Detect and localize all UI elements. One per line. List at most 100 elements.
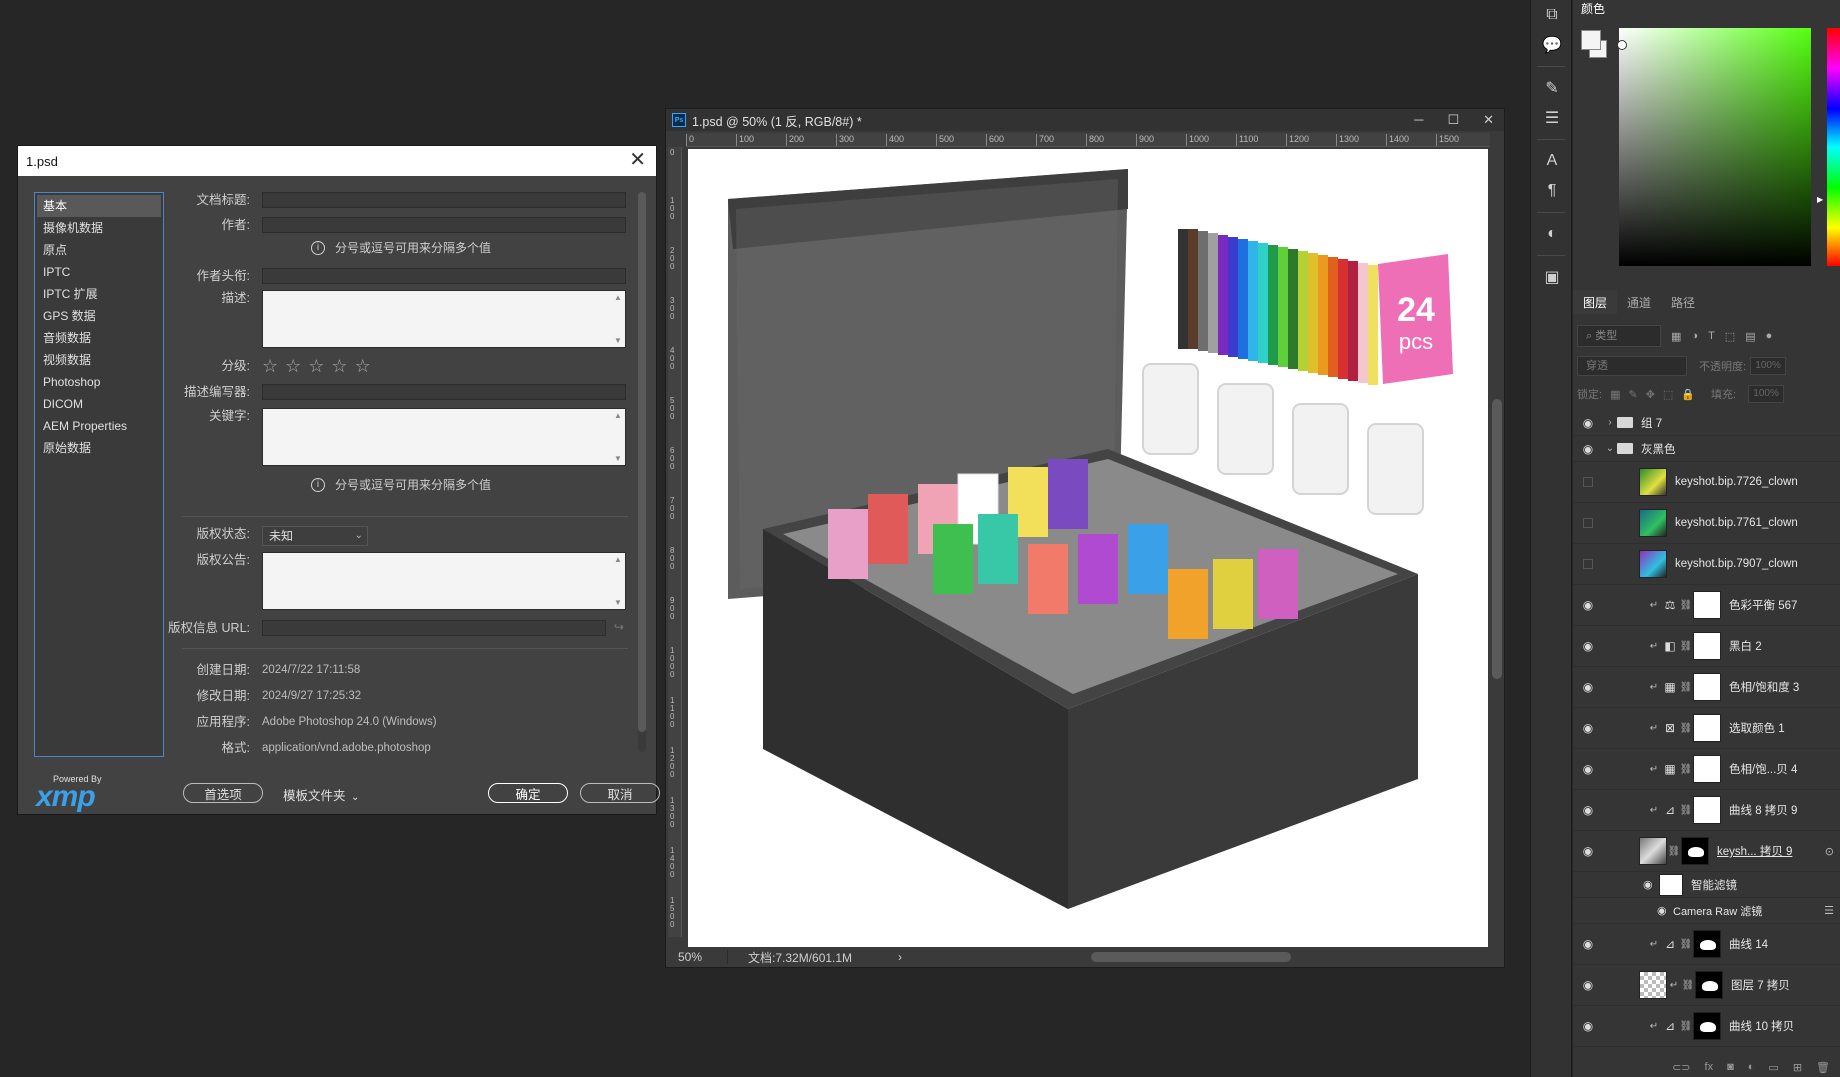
close-icon[interactable]: ✕ bbox=[1483, 109, 1494, 131]
template-folder-dropdown[interactable]: 模板文件夹 ⌄ bbox=[283, 785, 359, 804]
layer-row[interactable]: ◉ ⛓ keysh... 拷贝 9 ⊙ bbox=[1573, 831, 1840, 872]
star-icon[interactable]: ☆ bbox=[262, 357, 278, 375]
star-icon[interactable]: ☆ bbox=[285, 357, 301, 375]
libraries-icon[interactable]: ▣ bbox=[1531, 262, 1573, 292]
minimize-icon[interactable]: ─ bbox=[1414, 109, 1423, 131]
eye-icon[interactable]: ◉ bbox=[1573, 639, 1603, 653]
brush-icon[interactable]: ✎ bbox=[1531, 73, 1573, 103]
category-dicom[interactable]: DICOM bbox=[37, 393, 161, 415]
shape-filter-icon[interactable]: ⬚ bbox=[1725, 330, 1735, 343]
category-photoshop[interactable]: Photoshop bbox=[37, 371, 161, 393]
chevron-right-icon[interactable]: › bbox=[1603, 417, 1617, 428]
foreground-swatch[interactable] bbox=[1581, 30, 1601, 50]
category-basic[interactable]: 基本 bbox=[37, 195, 161, 217]
character-icon[interactable]: A bbox=[1531, 146, 1573, 176]
eye-icon[interactable]: ◉ bbox=[1573, 442, 1603, 456]
textarea-scrollbar[interactable]: ▲ ▼ bbox=[613, 411, 623, 463]
tab-channels[interactable]: 通道 bbox=[1617, 290, 1661, 314]
eye-icon[interactable]: ◉ bbox=[1573, 598, 1603, 612]
picker-cursor[interactable] bbox=[1617, 40, 1627, 50]
layer-row[interactable]: ◉ ↵ ⛓ 图层 7 拷贝 bbox=[1573, 965, 1840, 1006]
copyright-status-select[interactable]: 未知 ⌄ bbox=[262, 526, 368, 546]
description-textarea[interactable]: ▲ ▼ bbox=[262, 290, 626, 348]
filter-options-icon[interactable]: ☰ bbox=[1824, 904, 1834, 917]
category-audio[interactable]: 音频数据 bbox=[37, 327, 161, 349]
eye-icon[interactable]: ◉ bbox=[1573, 762, 1603, 776]
eye-icon[interactable]: ◉ bbox=[1657, 904, 1669, 917]
eye-icon[interactable]: ◉ bbox=[1573, 844, 1603, 858]
layer-row[interactable]: ◉ › 组 7 bbox=[1573, 410, 1840, 436]
layer-row[interactable]: ◉ ↵ ⚖ ⛓ 色彩平衡 567 bbox=[1573, 585, 1840, 626]
image-filter-icon[interactable]: ▦ bbox=[1671, 330, 1681, 343]
fill-value[interactable]: 100% bbox=[1748, 385, 1785, 403]
color-picker-field[interactable] bbox=[1619, 28, 1811, 266]
star-icon[interactable]: ☆ bbox=[355, 357, 371, 375]
preferences-button[interactable]: 首选项 bbox=[183, 783, 263, 803]
layer-row[interactable]: ◉ ↵ ⊿ ⛓ 曲线 8 拷贝 9 bbox=[1573, 790, 1840, 831]
layer-row[interactable]: keyshot.bip.7761_clown bbox=[1573, 503, 1840, 544]
delete-icon[interactable]: 🗑 bbox=[1816, 1061, 1830, 1074]
filter-toggle-icon[interactable]: ● bbox=[1766, 330, 1773, 342]
category-origin[interactable]: 原点 bbox=[37, 239, 161, 261]
star-icon[interactable]: ☆ bbox=[308, 357, 324, 375]
adjustment-layer-icon[interactable]: ◐ bbox=[1531, 219, 1573, 249]
link-layers-icon[interactable]: ⊂⊃ bbox=[1672, 1061, 1690, 1074]
type-filter-icon[interactable]: T bbox=[1708, 330, 1715, 342]
history-icon[interactable]: ⧉ bbox=[1531, 0, 1573, 30]
textarea-scrollbar[interactable]: ▲ ▼ bbox=[613, 555, 623, 607]
visibility-toggle[interactable] bbox=[1583, 518, 1593, 528]
layer-row[interactable]: ◉ ⌄ 灰黑色 bbox=[1573, 436, 1840, 462]
keywords-textarea[interactable]: ▲ ▼ bbox=[262, 408, 626, 466]
color-panel-tab[interactable]: 颜色 bbox=[1581, 0, 1605, 17]
layer-row[interactable]: keyshot.bip.7907_clown bbox=[1573, 544, 1840, 585]
eye-icon[interactable]: ◉ bbox=[1573, 416, 1603, 430]
chevron-down-icon[interactable]: ⌄ bbox=[1603, 443, 1617, 454]
eye-icon[interactable]: ◉ bbox=[1573, 803, 1603, 817]
new-group-icon[interactable]: ▭ bbox=[1768, 1061, 1778, 1074]
category-camera-data[interactable]: 摄像机数据 bbox=[37, 217, 161, 239]
layer-row[interactable]: ◉ ↵ ⊿ ⛓ 曲线 14 bbox=[1573, 924, 1840, 965]
blend-mode-select[interactable]: 穿透 bbox=[1577, 356, 1687, 376]
comment-icon[interactable]: 💬 bbox=[1531, 30, 1573, 60]
lock-artboard-icon[interactable]: ⬚ bbox=[1663, 388, 1673, 401]
lock-transparent-icon[interactable]: ▦ bbox=[1610, 388, 1620, 401]
visibility-toggle[interactable] bbox=[1583, 477, 1593, 487]
visibility-toggle[interactable] bbox=[1583, 559, 1593, 569]
layer-row[interactable]: keyshot.bip.7726_clown bbox=[1573, 462, 1840, 503]
category-iptc-ext[interactable]: IPTC 扩展 bbox=[37, 283, 161, 305]
author-title-input[interactable] bbox=[262, 268, 626, 284]
opacity-value[interactable]: 100% bbox=[1750, 357, 1787, 375]
document-vertical-scrollbar[interactable] bbox=[1492, 149, 1502, 939]
hue-slider[interactable] bbox=[1827, 28, 1840, 266]
tab-layers[interactable]: 图层 bbox=[1573, 290, 1618, 314]
document-canvas[interactable]: 24 pcs bbox=[688, 149, 1488, 949]
category-video[interactable]: 视频数据 bbox=[37, 349, 161, 371]
category-aem[interactable]: AEM Properties bbox=[37, 415, 161, 437]
adjustments-icon[interactable]: ☰ bbox=[1531, 103, 1573, 133]
document-horizontal-scrollbar[interactable] bbox=[911, 952, 1484, 962]
layer-kind-filter[interactable]: ⌕ 类型 bbox=[1577, 325, 1661, 347]
author-input[interactable] bbox=[262, 217, 626, 233]
share-icon[interactable]: ↪ bbox=[614, 620, 624, 634]
paragraph-icon[interactable]: ¶ bbox=[1531, 176, 1573, 206]
eye-icon[interactable]: ◉ bbox=[1573, 1019, 1603, 1033]
adjustment-filter-icon[interactable]: ◑ bbox=[1691, 330, 1698, 342]
lock-all-icon[interactable]: 🔒 bbox=[1681, 388, 1695, 401]
layer-row[interactable]: ◉ ↵ ▦ ⛓ 色相/饱和度 3 bbox=[1573, 667, 1840, 708]
close-icon[interactable]: ✕ bbox=[629, 150, 646, 170]
ok-button[interactable]: 确定 bbox=[488, 783, 568, 803]
category-raw[interactable]: 原始数据 bbox=[37, 437, 161, 459]
layer-row[interactable]: ◉ 智能滤镜 bbox=[1573, 872, 1840, 898]
eye-icon[interactable]: ◉ bbox=[1573, 978, 1603, 992]
eye-icon[interactable]: ◉ bbox=[1573, 937, 1603, 951]
chevron-right-icon[interactable]: › bbox=[898, 950, 902, 964]
smart-object-filter-icon[interactable]: ▤ bbox=[1745, 330, 1755, 343]
textarea-scrollbar[interactable]: ▲ ▼ bbox=[613, 293, 623, 345]
new-layer-icon[interactable]: ⊞ bbox=[1793, 1061, 1802, 1074]
hue-slider-handle-icon[interactable]: ▶ bbox=[1817, 195, 1823, 204]
zoom-level[interactable]: 50% bbox=[666, 950, 728, 964]
maximize-icon[interactable]: ☐ bbox=[1447, 109, 1459, 131]
star-icon[interactable]: ☆ bbox=[331, 357, 347, 375]
doc-title-input[interactable] bbox=[262, 192, 626, 208]
lock-paint-icon[interactable]: ✎ bbox=[1628, 388, 1637, 401]
